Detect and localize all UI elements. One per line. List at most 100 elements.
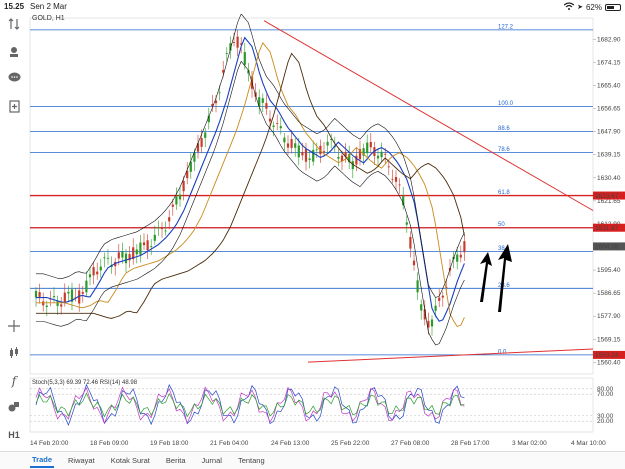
indicator-tick-label: 20.00	[597, 418, 614, 425]
candle-body	[225, 53, 228, 55]
candle-body	[182, 180, 185, 192]
candle-body	[304, 148, 308, 162]
candle-body	[268, 118, 272, 122]
location-icon: ➤	[577, 4, 583, 11]
candle-body	[175, 196, 178, 205]
candle-body	[236, 36, 239, 48]
status-time: 15.25	[4, 2, 25, 11]
arrows-icon[interactable]	[6, 16, 22, 32]
candle-body	[171, 204, 174, 207]
function-icon[interactable]: f	[6, 373, 22, 389]
candle-body	[297, 145, 300, 158]
time-tick-label: 24 Feb 13:00	[271, 440, 310, 447]
price-tick-label: 1560.40	[597, 359, 621, 366]
candle-body	[218, 92, 221, 94]
candle-body	[214, 100, 218, 104]
candle-body	[279, 126, 282, 129]
candle-body	[326, 141, 329, 146]
tab-berita[interactable]: Berita	[164, 454, 188, 467]
chart-canvas[interactable]: 1682.90 1674.15 1665.40 1656.65 1647.90 1639.…	[28, 14, 625, 451]
candle-body	[146, 240, 149, 251]
fib-level-label: 88.6	[498, 126, 510, 132]
time-tick-label: 18 Feb 09:00	[90, 440, 129, 447]
candle-body	[301, 152, 304, 156]
time-tick-label: 14 Feb 20:00	[30, 440, 69, 447]
indicator-panel	[29, 377, 594, 433]
symbol-label: GOLD, H1	[32, 15, 65, 22]
chat-icon[interactable]	[6, 70, 22, 86]
price-marker-label: 1623.67	[595, 193, 619, 200]
candle-body	[42, 301, 45, 306]
price-tick-label: 1665.40	[597, 83, 621, 90]
candle-body	[441, 295, 444, 298]
candle-body	[322, 151, 326, 153]
time-tick-label: 3 Mar 02:00	[512, 440, 547, 447]
battery-icon	[605, 3, 621, 11]
price-marker-label: 1611.47	[595, 225, 618, 232]
indicator-label: Stoch(5,3,3) 69.39 72.46 RSI(14) 48.98	[32, 380, 138, 386]
status-date: Sen 2 Mar	[30, 2, 67, 11]
candle-body	[96, 271, 99, 275]
candle-body	[99, 266, 102, 271]
candle-body	[290, 139, 293, 148]
tab-riwayat[interactable]: Riwayat	[66, 454, 97, 467]
candle-body	[34, 290, 38, 298]
candle-body	[387, 166, 390, 168]
candle-body	[384, 153, 387, 155]
candle-icon[interactable]	[6, 345, 22, 361]
battery-percent: 62%	[585, 2, 602, 12]
candle-body	[204, 132, 207, 138]
candle-body	[459, 254, 462, 258]
candle-body	[85, 280, 88, 293]
candle-body	[463, 241, 466, 253]
candle-body	[150, 246, 153, 247]
price-tick-label: 1586.65	[597, 290, 621, 297]
wifi-icon	[563, 2, 575, 12]
candle-body	[369, 141, 372, 148]
price-tick-label: 1656.65	[597, 106, 621, 113]
candle-body	[398, 184, 401, 186]
status-indicators: ➤ 62%	[563, 2, 621, 12]
candle-body	[106, 257, 110, 259]
crosshair-icon[interactable]	[6, 318, 22, 334]
candle-body	[405, 222, 408, 225]
candle-body	[312, 149, 315, 162]
candle-body	[60, 304, 63, 307]
shapes-icon[interactable]	[6, 399, 22, 415]
fib-level-label: 127.2	[498, 24, 514, 30]
time-tick-label: 19 Feb 18:00	[150, 440, 189, 447]
candle-body	[45, 305, 48, 307]
price-chart[interactable]: 1682.90 1674.15 1665.40 1656.65 1647.90 1639.…	[28, 14, 625, 451]
document-icon[interactable]	[6, 98, 22, 114]
tab-tentang[interactable]: Tentang	[236, 454, 267, 467]
trade-icon[interactable]	[6, 44, 22, 60]
candle-body	[276, 122, 279, 124]
battery-fill	[607, 5, 615, 9]
candle-body	[265, 103, 268, 109]
tab-trade[interactable]: Trade	[30, 453, 55, 468]
candle-body	[308, 158, 311, 160]
candle-body	[315, 149, 318, 151]
time-tick-label: 25 Feb 22:00	[331, 440, 370, 447]
fib-level-label: 78.6	[498, 147, 510, 153]
price-tick-label: 1569.15	[597, 336, 621, 343]
candle-body	[67, 291, 70, 294]
candle-body	[391, 178, 394, 180]
candle-body	[294, 143, 297, 148]
candle-body	[416, 280, 419, 293]
candle-body	[63, 292, 66, 302]
timeframe-button[interactable]: H1	[6, 427, 22, 443]
time-tick-label: 27 Feb 08:00	[391, 440, 430, 447]
candle-body	[272, 125, 275, 128]
candle-body	[153, 234, 156, 241]
candle-body	[121, 251, 124, 258]
candle-body	[366, 142, 369, 154]
candle-body	[200, 138, 203, 147]
candle-body	[243, 52, 246, 65]
tab-kotak-surat[interactable]: Kotak Surat	[109, 454, 152, 467]
price-tick-label: 1595.40	[597, 267, 621, 274]
tab-jurnal[interactable]: Jurnal	[200, 454, 224, 467]
fib-level-label: 100.0	[498, 101, 514, 107]
candle-body	[135, 249, 138, 255]
candle-body	[283, 137, 286, 143]
